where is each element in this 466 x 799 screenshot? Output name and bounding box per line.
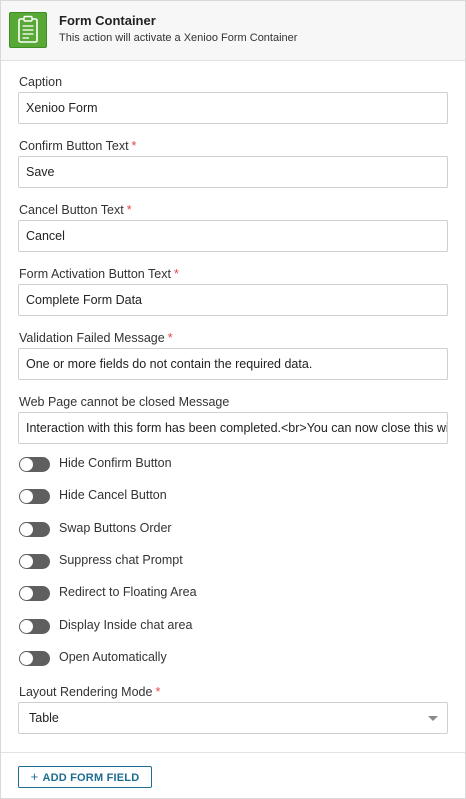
display-inside-chat-label: Display Inside chat area [59, 618, 193, 632]
plus-icon: + [30, 769, 39, 784]
cancel-button-text-input[interactable]: Cancel [18, 220, 448, 252]
toggle-knob [20, 555, 33, 568]
swap-buttons-order-label: Swap Buttons Order [59, 521, 172, 535]
toggle-knob [20, 523, 33, 536]
cancel-button-text-label: Cancel Button Text * [19, 203, 132, 217]
caption-label: Caption [19, 75, 62, 89]
layout-rendering-mode-value: Table [29, 711, 59, 725]
panel-title: Form Container [59, 13, 156, 28]
validation-failed-message-label: Validation Failed Message * [19, 331, 173, 345]
suppress-chat-prompt-toggle[interactable] [19, 554, 50, 569]
toggle-knob [20, 458, 33, 471]
validation-failed-message-label-text: Validation Failed Message [19, 331, 165, 345]
add-form-field-label: ADD FORM FIELD [42, 772, 140, 784]
add-form-field-button[interactable]: + ADD FORM FIELD [18, 766, 152, 788]
hide-confirm-button-toggle[interactable] [19, 457, 50, 472]
toggle-knob [20, 652, 33, 665]
web-page-closed-message-label: Web Page cannot be closed Message [19, 395, 229, 409]
panel-subtitle: This action will activate a Xenioo Form … [59, 32, 298, 44]
chevron-down-icon [428, 716, 438, 721]
form-activation-button-text-label: Form Activation Button Text * [19, 267, 179, 281]
redirect-floating-area-toggle[interactable] [19, 586, 50, 601]
required-marker: * [131, 139, 137, 153]
panel-header: Form Container This action will activate… [1, 1, 465, 61]
form-clipboard-icon [9, 12, 47, 48]
caption-label-text: Caption [19, 75, 63, 89]
required-marker: * [167, 331, 173, 345]
form-activation-button-text-input[interactable]: Complete Form Data [18, 284, 448, 316]
web-page-closed-message-label-text: Web Page cannot be closed Message [19, 395, 230, 409]
required-marker: * [173, 267, 179, 281]
form-activation-button-text-label-text: Form Activation Button Text [19, 267, 171, 281]
toggle-knob [20, 620, 33, 633]
web-page-closed-message-input[interactable]: Interaction with this form has been comp… [18, 412, 448, 444]
validation-failed-message-input[interactable]: One or more fields do not contain the re… [18, 348, 448, 380]
required-marker: * [155, 685, 161, 699]
hide-confirm-button-label: Hide Confirm Button [59, 456, 172, 470]
caption-input[interactable]: Xenioo Form [18, 92, 448, 124]
cancel-button-text-label-text: Cancel Button Text [19, 203, 124, 217]
action-panel: Form Container This action will activate… [0, 0, 466, 799]
swap-buttons-order-toggle[interactable] [19, 522, 50, 537]
confirm-button-text-input[interactable]: Save [18, 156, 448, 188]
redirect-floating-area-label: Redirect to Floating Area [59, 585, 197, 599]
display-inside-chat-toggle[interactable] [19, 619, 50, 634]
hide-cancel-button-label: Hide Cancel Button [59, 488, 167, 502]
layout-rendering-mode-label-text: Layout Rendering Mode [19, 685, 153, 699]
open-automatically-label: Open Automatically [59, 650, 167, 664]
suppress-chat-prompt-label: Suppress chat Prompt [59, 553, 183, 567]
toggle-knob [20, 490, 33, 503]
hide-cancel-button-toggle[interactable] [19, 489, 50, 504]
layout-rendering-mode-label: Layout Rendering Mode * [19, 685, 160, 699]
confirm-button-text-label: Confirm Button Text * [19, 139, 136, 153]
panel-footer: + ADD FORM FIELD [1, 752, 465, 799]
confirm-button-text-label-text: Confirm Button Text [19, 139, 129, 153]
required-marker: * [126, 203, 132, 217]
open-automatically-toggle[interactable] [19, 651, 50, 666]
layout-rendering-mode-select[interactable]: Table [18, 702, 448, 734]
toggle-knob [20, 587, 33, 600]
